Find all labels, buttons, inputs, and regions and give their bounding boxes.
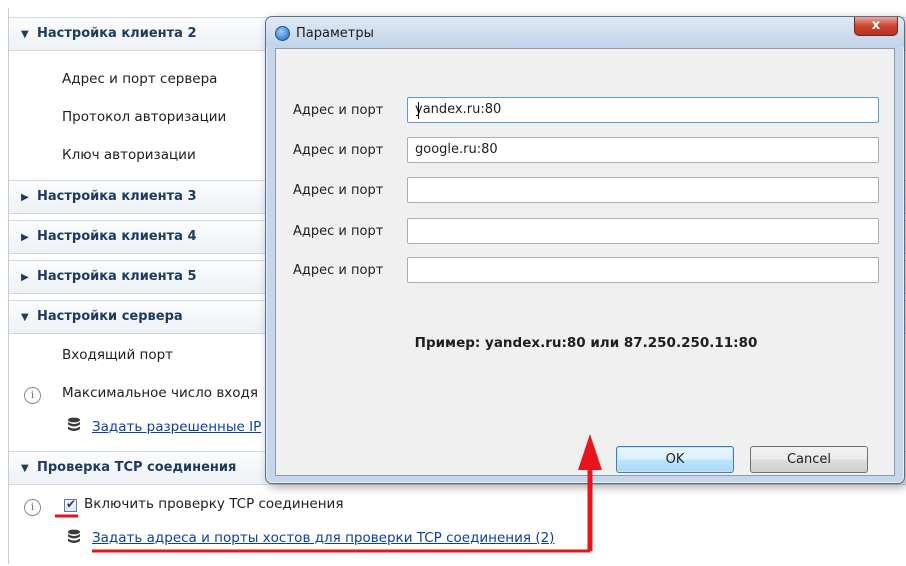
- input-value: yandex.ru:80: [415, 102, 502, 117]
- app-globe-icon: [275, 26, 290, 41]
- dialog-client-area: Адрес и порт yandex.ru:80 Адрес и порт g…: [275, 48, 895, 476]
- expanded-arrow-icon: ▼: [21, 463, 29, 474]
- dialog-title: Параметры: [296, 26, 374, 41]
- section-header-label: Настройка клиента 3: [37, 189, 197, 204]
- address-port-input-1[interactable]: yandex.ru:80: [407, 97, 879, 123]
- dialog-titlebar[interactable]: Параметры x: [266, 17, 904, 47]
- collapsed-arrow-icon: ▶: [21, 192, 29, 203]
- section-header-label: Настройка клиента 2: [37, 26, 197, 41]
- address-port-label-4: Адрес и порт: [293, 224, 384, 239]
- setting-auth-key[interactable]: Ключ авторизации: [62, 147, 196, 163]
- address-port-label-2: Адрес и порт: [293, 143, 384, 158]
- close-button[interactable]: x: [854, 17, 898, 36]
- database-icon: [68, 529, 80, 543]
- expanded-arrow-icon: ▼: [21, 29, 29, 40]
- tcp-check-label[interactable]: Включить проверку TCP соединения: [84, 496, 343, 512]
- section-header-label: Настройки сервера: [37, 309, 183, 324]
- ok-button[interactable]: OK: [616, 446, 734, 473]
- setting-server-address[interactable]: Адрес и порт сервера: [62, 71, 217, 87]
- example-hint: Пример: yandex.ru:80 или 87.250.250.11:8…: [414, 335, 758, 351]
- section-header-label: Настройка клиента 5: [37, 269, 197, 284]
- tcp-hosts-link[interactable]: Задать адреса и порты хостов для проверк…: [92, 530, 554, 546]
- expanded-arrow-icon: ▼: [21, 312, 29, 323]
- checkmark-icon: ✔: [66, 497, 77, 511]
- setting-auth-protocol[interactable]: Протокол авторизации: [62, 109, 226, 125]
- cancel-button[interactable]: Cancel: [750, 446, 868, 473]
- allowed-ip-link[interactable]: Задать разрешенные IP: [92, 419, 261, 435]
- address-port-label-1: Адрес и порт: [293, 103, 384, 118]
- section-header-label: Проверка TCP соединения: [37, 460, 237, 475]
- text-caret: [418, 102, 419, 119]
- setting-incoming-port[interactable]: Входящий порт: [62, 347, 173, 363]
- address-port-input-5[interactable]: [407, 257, 879, 283]
- address-port-input-4[interactable]: [407, 218, 879, 244]
- database-icon: [68, 417, 80, 431]
- tcp-check-checkbox[interactable]: ✔: [64, 497, 77, 512]
- address-port-label-5: Адрес и порт: [293, 263, 384, 278]
- address-port-label-3: Адрес и порт: [293, 183, 384, 198]
- address-port-input-2[interactable]: google.ru:80: [407, 137, 879, 163]
- parameters-dialog: Параметры x Адрес и порт yandex.ru:80 Ад…: [265, 16, 905, 484]
- setting-max-incoming[interactable]: Максимальное число входя: [62, 385, 258, 401]
- collapsed-arrow-icon: ▶: [21, 272, 29, 283]
- section-header-label: Настройка клиента 4: [37, 229, 197, 244]
- info-icon: i: [24, 387, 41, 404]
- info-icon: i: [24, 499, 41, 516]
- address-port-input-3[interactable]: [407, 177, 879, 203]
- collapsed-arrow-icon: ▶: [21, 232, 29, 243]
- input-value: google.ru:80: [415, 142, 498, 157]
